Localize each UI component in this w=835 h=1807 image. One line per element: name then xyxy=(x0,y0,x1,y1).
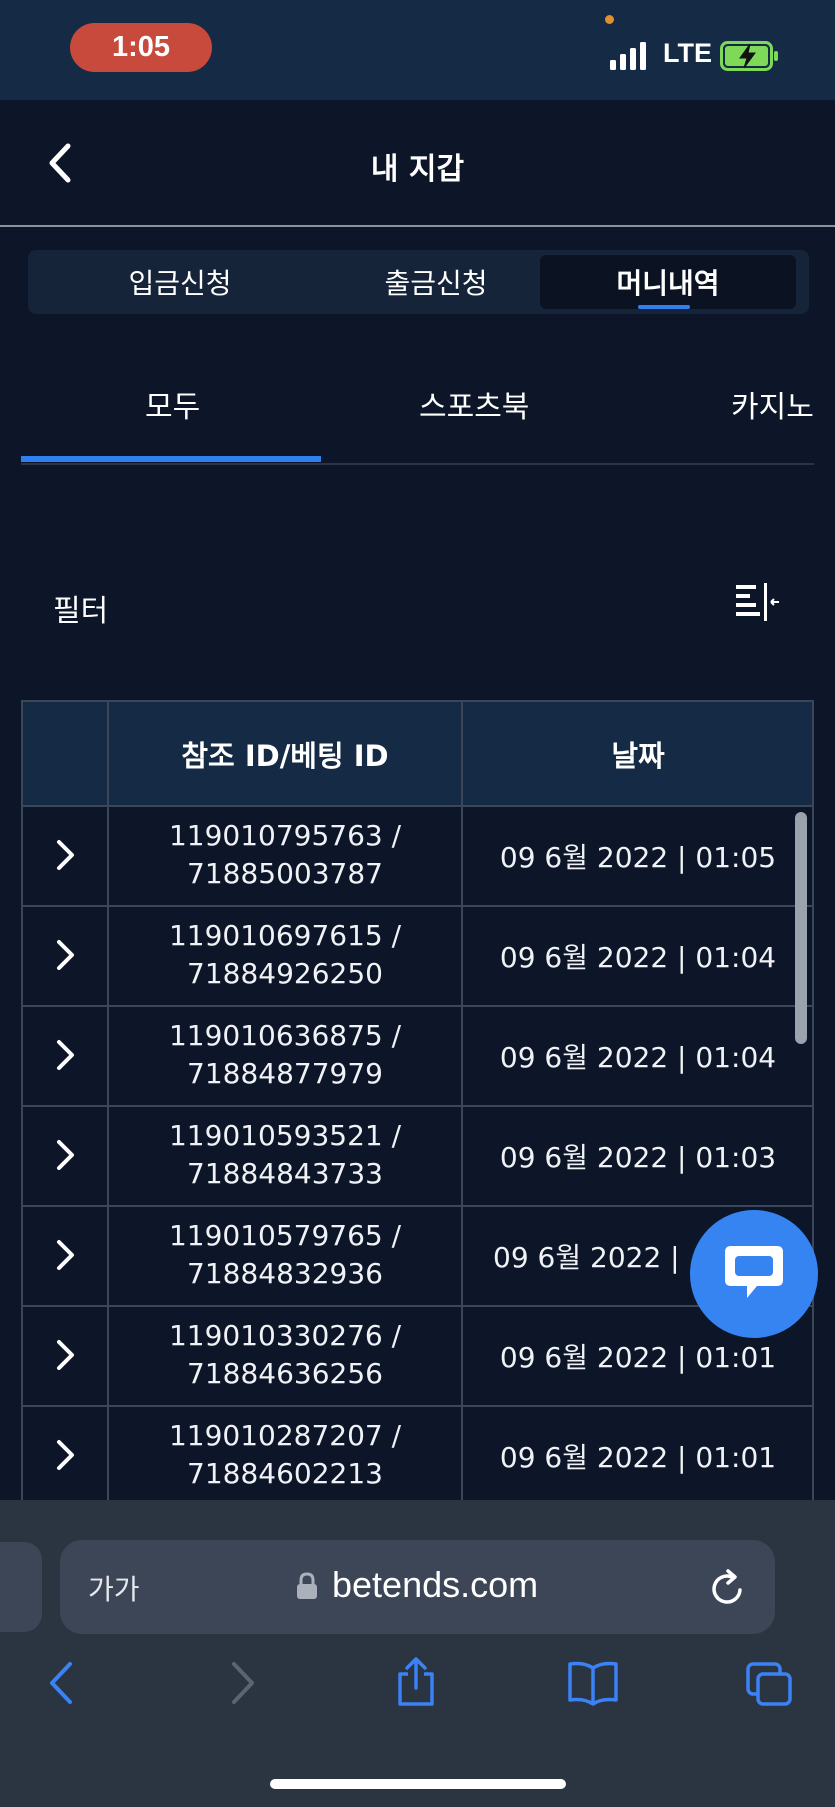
reference-cell: 119010795763 / 71885003787 xyxy=(109,817,461,893)
bet-id: 71884877979 xyxy=(187,1057,383,1090)
tab-deposit-request[interactable]: 입금신청 xyxy=(52,255,308,309)
reference-id: 119010330276 / xyxy=(168,1319,402,1352)
browser-toolbar: 가가 betends.com xyxy=(0,1500,835,1807)
table-scrollbar[interactable] xyxy=(795,812,807,1044)
bet-id: 71884926250 xyxy=(187,957,383,990)
expand-chevron-icon[interactable] xyxy=(53,1237,79,1273)
app-header: 내 지갑 xyxy=(0,100,835,227)
battery-charging-icon xyxy=(720,41,778,71)
page: 1:05 LTE 내 지갑 입금신청 출금신청 머니내역 모두 스포츠북 카지노… xyxy=(0,0,835,1807)
expand-chevron-icon[interactable] xyxy=(53,1137,79,1173)
table-row[interactable]: 119010593521 / 71884843733 09 6월 2022 | 0… xyxy=(21,1107,814,1207)
address-bar[interactable]: 가가 betends.com xyxy=(60,1540,775,1634)
filter-sort-icon[interactable] xyxy=(734,582,780,622)
table-row[interactable]: 119010287207 / 71884602213 09 6월 2022 | 0… xyxy=(21,1407,814,1500)
table-row[interactable]: 119010330276 /71884636256 09 6월 2022 | 0… xyxy=(21,1307,814,1407)
active-tab-indicator xyxy=(638,305,690,309)
reference-cell: 119010287207 / 71884602213 xyxy=(109,1417,461,1493)
bookmarks-icon[interactable] xyxy=(566,1660,620,1706)
previous-tab-stub[interactable] xyxy=(0,1542,42,1632)
expand-chevron-icon[interactable] xyxy=(53,1337,79,1373)
reference-id: 119010636875 / xyxy=(168,1019,402,1052)
tab-withdraw-request[interactable]: 출금신청 xyxy=(308,255,564,309)
status-time: 1:05 xyxy=(70,23,212,72)
table-row[interactable]: 119010697615 / 71884926250 09 6월 2022 | 0… xyxy=(21,907,814,1007)
reload-icon[interactable] xyxy=(710,1568,746,1606)
network-type: LTE xyxy=(663,38,712,68)
signal-strength-icon xyxy=(610,42,646,70)
reference-cell: 119010697615 / 71884926250 xyxy=(109,917,461,993)
header-date: 날짜 xyxy=(611,738,665,773)
reference-id: 119010795763 / xyxy=(168,819,402,852)
bet-id: 71884636256 xyxy=(187,1357,383,1390)
date-cell: 09 6월 2022 | 01:03 xyxy=(499,1141,777,1174)
expand-chevron-icon[interactable] xyxy=(53,937,79,973)
reference-cell: 119010579765 / 71884832936 xyxy=(109,1217,461,1293)
date-cell: 09 6월 2022 | 01:04 xyxy=(499,1041,777,1074)
header-expand-col xyxy=(23,702,107,805)
bet-id: 71885003787 xyxy=(187,857,383,890)
forward-icon[interactable] xyxy=(228,1660,258,1706)
tab-money-history[interactable]: 머니내역 xyxy=(540,255,796,309)
back-icon[interactable] xyxy=(46,1660,76,1706)
text-size-button[interactable]: 가가 xyxy=(88,1568,140,1608)
reference-id: 119010579765 / xyxy=(168,1219,402,1252)
reference-id: 119010287207 / xyxy=(168,1419,402,1452)
expand-chevron-icon[interactable] xyxy=(53,1037,79,1073)
reference-cell: 119010636875 / 71884877979 xyxy=(109,1017,461,1093)
table-row[interactable]: 119010795763 / 71885003787 09 6월 2022 | 0… xyxy=(21,807,814,907)
lock-icon xyxy=(297,1572,317,1599)
category-tab-bar: 모두 스포츠북 카지노 xyxy=(21,360,814,465)
expand-chevron-icon[interactable] xyxy=(53,1437,79,1473)
tabs-icon[interactable] xyxy=(744,1660,794,1708)
reference-id: 119010593521 / xyxy=(168,1119,402,1152)
tab-all[interactable]: 모두 xyxy=(145,382,200,426)
header-reference-id: 참조 ID/베팅 ID xyxy=(181,738,389,773)
bet-id: 71884832936 xyxy=(187,1257,383,1290)
chat-bubble-icon xyxy=(725,1246,783,1298)
tab-sportsbook[interactable]: 스포츠북 xyxy=(419,382,529,426)
date-cell: 09 6월 2022 | 01:04 xyxy=(499,941,777,974)
active-subtab-indicator xyxy=(21,456,321,462)
reference-id: 119010697615 / xyxy=(168,919,402,952)
bet-id: 71884602213 xyxy=(187,1457,383,1490)
date-cell: 09 6월 2022 | 01:01 xyxy=(499,1441,777,1474)
transaction-table: 참조 ID/베팅 ID 날짜 119010795763 / 71885003787… xyxy=(21,700,814,1500)
share-icon[interactable] xyxy=(394,1656,438,1708)
wallet-tab-bar: 입금신청 출금신청 머니내역 xyxy=(28,250,809,314)
bet-id: 71884843733 xyxy=(187,1157,383,1190)
reference-cell: 119010330276 / 71884636256 xyxy=(109,1317,461,1393)
filter-label: 필터 xyxy=(53,594,109,629)
live-chat-button[interactable] xyxy=(690,1210,818,1338)
tab-casino[interactable]: 카지노 xyxy=(731,382,814,426)
url-text: betends.com xyxy=(332,1564,539,1605)
table-row[interactable]: 119010636875 / 71884877979 09 6월 2022 | 0… xyxy=(21,1007,814,1107)
privacy-indicator-dot xyxy=(605,15,614,24)
reference-cell: 119010593521 / 71884843733 xyxy=(109,1117,461,1193)
home-indicator xyxy=(270,1779,566,1789)
page-title: 내 지갑 xyxy=(370,152,465,187)
table-header: 참조 ID/베팅 ID 날짜 xyxy=(21,700,814,807)
status-bar: 1:05 LTE xyxy=(0,0,835,100)
date-cell: 09 6월 2022 | 01:05 xyxy=(499,841,777,874)
expand-chevron-icon[interactable] xyxy=(53,837,79,873)
